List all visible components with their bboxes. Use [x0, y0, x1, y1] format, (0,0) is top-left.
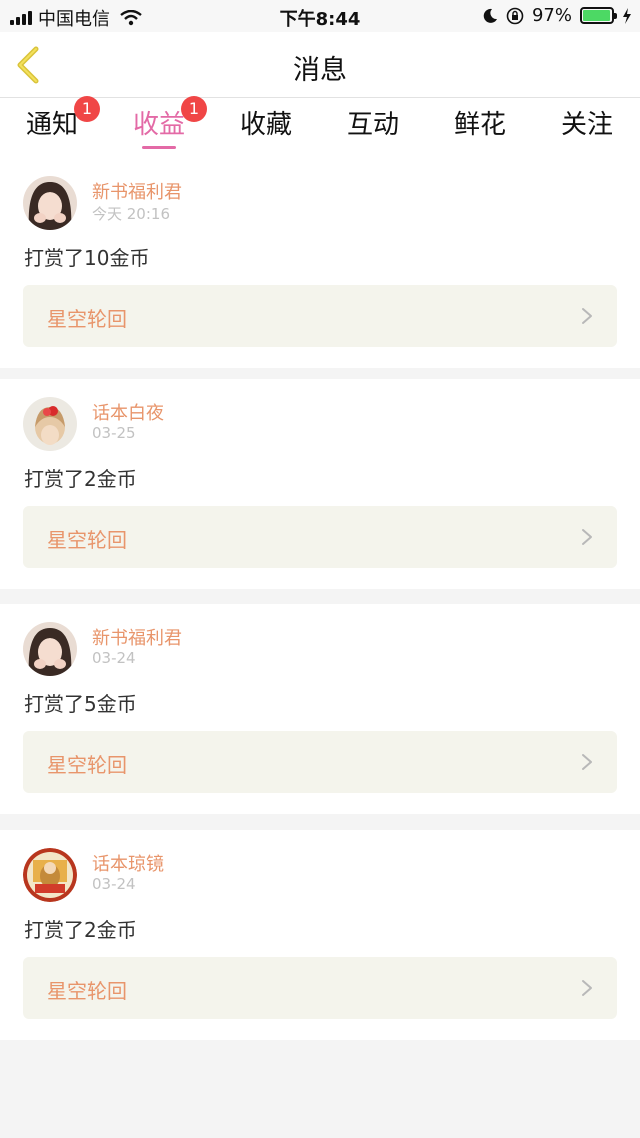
- moon-icon: [483, 8, 497, 23]
- page-title: 消息: [293, 55, 347, 86]
- message-text: 打赏了2金币: [24, 918, 137, 942]
- book-link[interactable]: 星空轮回: [23, 285, 617, 347]
- chevron-right-icon: [582, 754, 592, 770]
- nav-header: 消息: [0, 32, 640, 98]
- chevron-right-icon: [582, 980, 592, 996]
- tab-favorites[interactable]: 收藏: [212, 104, 320, 154]
- unread-badge: 1: [74, 96, 100, 122]
- tab-label: 收益: [132, 110, 185, 140]
- tab-label: 通知: [25, 110, 78, 140]
- tab-label: 鲜花: [453, 110, 506, 140]
- tab-label: 收藏: [239, 110, 292, 140]
- active-tab-indicator: [142, 146, 176, 149]
- charging-icon: [623, 7, 631, 24]
- message-card: 话本琼镜 03-24 打赏了2金币 星空轮回: [0, 830, 640, 1040]
- tab-following[interactable]: 关注: [533, 104, 640, 154]
- tab-notifications[interactable]: 通知 1: [0, 96, 106, 154]
- message-text: 打赏了10金币: [24, 246, 150, 270]
- tab-label: 关注: [560, 110, 613, 140]
- avatar[interactable]: [23, 848, 77, 902]
- sender-name[interactable]: 话本琼镜: [92, 850, 164, 876]
- battery-fill: [583, 10, 611, 21]
- sender-name[interactable]: 话本白夜: [92, 399, 164, 425]
- message-time: 03-25: [92, 424, 136, 442]
- book-title: 星空轮回: [47, 979, 127, 1003]
- book-title: 星空轮回: [47, 307, 127, 331]
- sender-name[interactable]: 新书福利君: [92, 178, 182, 204]
- message-text: 打赏了5金币: [24, 692, 137, 716]
- book-title: 星空轮回: [47, 528, 127, 552]
- book-title: 星空轮回: [47, 753, 127, 777]
- chevron-right-icon: [582, 529, 592, 545]
- book-link[interactable]: 星空轮回: [23, 731, 617, 793]
- status-bar: 中国电信 下午8:44 97%: [0, 0, 640, 32]
- avatar[interactable]: [23, 397, 77, 451]
- tab-bar: 通知 1 收益 1 收藏 互动 鲜花 关注: [0, 96, 640, 158]
- message-card: 新书福利君 03-24 打赏了5金币 星空轮回: [0, 604, 640, 814]
- status-right: 97%: [482, 5, 632, 26]
- message-card: 话本白夜 03-25 打赏了2金币 星空轮回: [0, 379, 640, 589]
- message-time: 03-24: [92, 649, 136, 667]
- unread-badge: 1: [181, 96, 207, 122]
- chevron-right-icon: [582, 308, 592, 324]
- message-text: 打赏了2金币: [24, 467, 137, 491]
- avatar[interactable]: [23, 176, 77, 230]
- tab-interactions[interactable]: 互动: [319, 104, 427, 154]
- rotation-lock-icon: [506, 7, 524, 24]
- message-time: 03-24: [92, 875, 136, 893]
- tab-flowers[interactable]: 鲜花: [426, 104, 534, 154]
- message-card: 新书福利君 今天 20:16 打赏了10金币 星空轮回: [0, 158, 640, 368]
- message-time: 今天 20:16: [92, 205, 170, 223]
- tab-label: 互动: [346, 110, 399, 140]
- avatar[interactable]: [23, 622, 77, 676]
- battery-icon: [580, 7, 617, 24]
- sender-name[interactable]: 新书福利君: [92, 624, 182, 650]
- battery-percent: 97%: [531, 5, 572, 26]
- tab-earnings[interactable]: 收益 1: [105, 96, 213, 154]
- book-link[interactable]: 星空轮回: [23, 506, 617, 568]
- book-link[interactable]: 星空轮回: [23, 957, 617, 1019]
